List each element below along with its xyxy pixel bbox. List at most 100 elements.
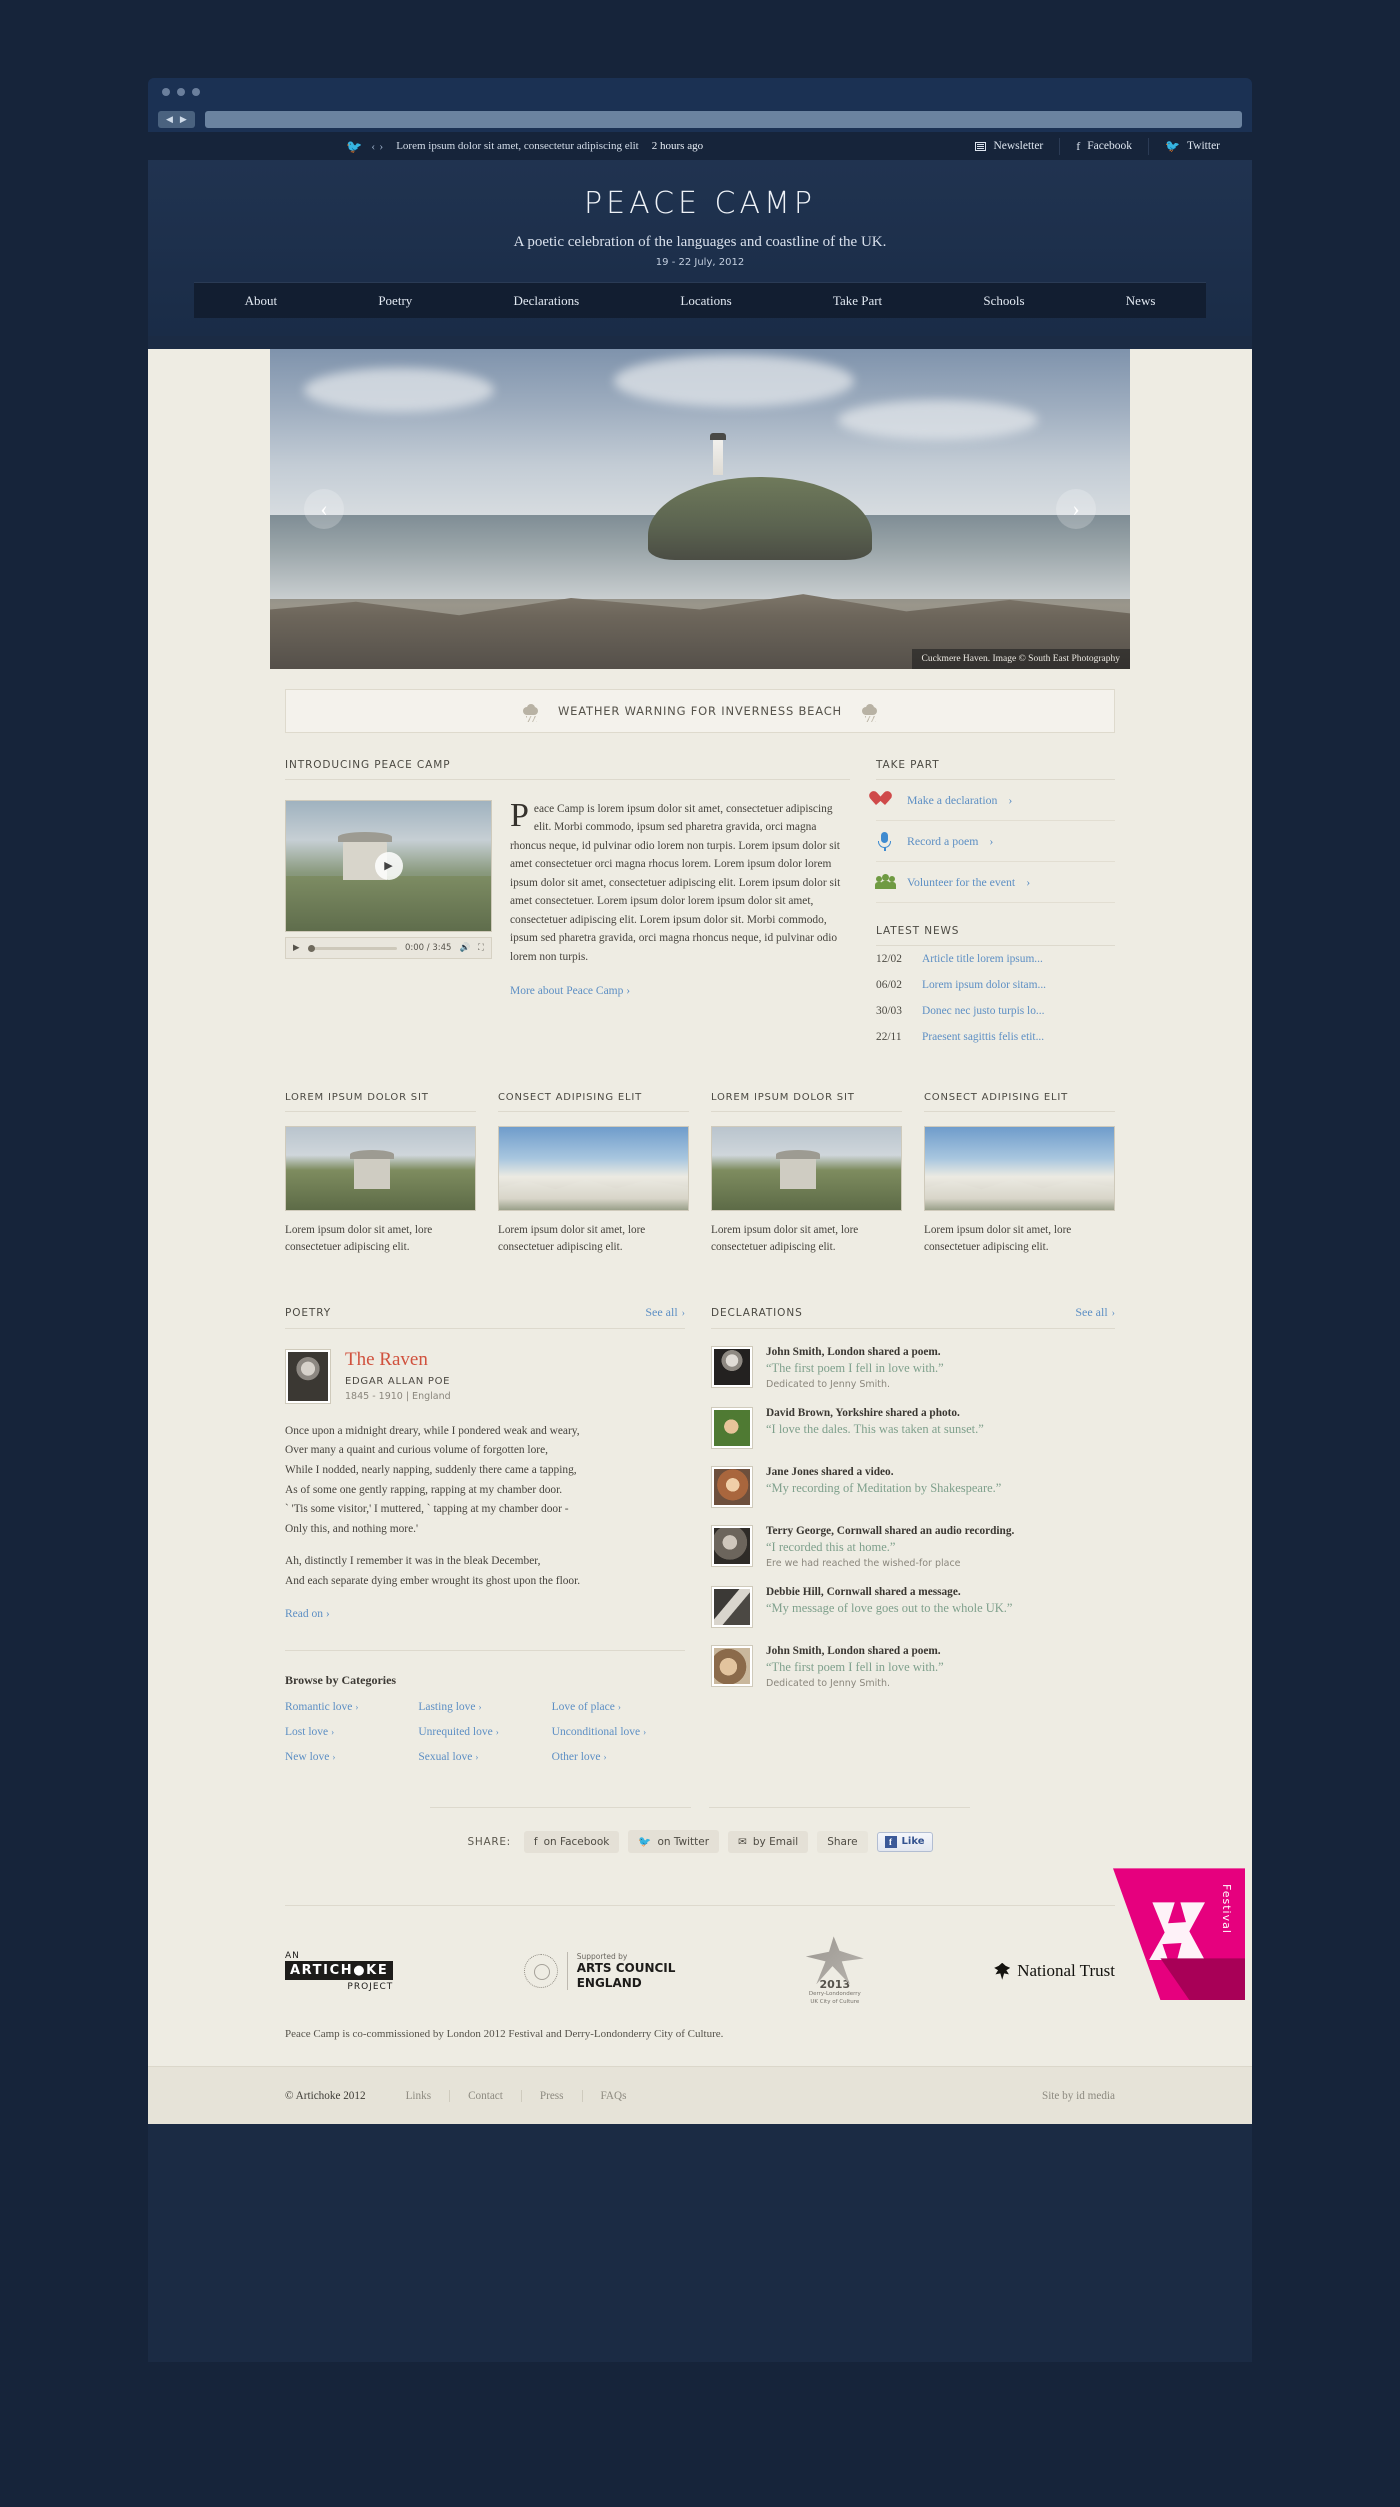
nav-item-news[interactable]: News [1116, 293, 1166, 309]
nav-item-schools[interactable]: Schools [973, 293, 1034, 309]
share-divider [430, 1804, 970, 1813]
news-item[interactable]: 12/02 Article title lorem ipsum... [876, 946, 1115, 972]
weather-warning-banner[interactable]: WEATHER WARNING FOR INVERNESS BEACH [285, 689, 1115, 733]
maximize-button[interactable] [192, 88, 200, 96]
avatar [711, 1345, 753, 1388]
browser-nav-buttons[interactable]: ◀ ▶ [158, 110, 195, 128]
take-part-item-record-poem[interactable]: Record a poem › [876, 821, 1115, 862]
news-item[interactable]: 06/02 Lorem ipsum dolor sitam... [876, 972, 1115, 998]
newsletter-link[interactable]: Newsletter [959, 138, 1059, 155]
forward-button[interactable]: ▶ [178, 114, 189, 124]
poem-stanza-1: Once upon a midnight dreary, while I pon… [285, 1424, 580, 1535]
declaration-subtext: Dedicated to Jenny Smith. [766, 1677, 891, 1689]
declaration-item[interactable]: Debbie Hill, Cornwall shared a message. … [711, 1585, 1115, 1628]
news-item[interactable]: 22/11 Praesent sagittis felis etit... [876, 1024, 1115, 1050]
declarations-see-all-link[interactable]: See all › [1075, 1305, 1115, 1320]
footer-link-links[interactable]: Links [406, 2090, 449, 2102]
feature-card[interactable]: LOREM IPSUM DOLOR SIT Lorem ipsum dolor … [285, 1092, 476, 1257]
footer-link-faqs[interactable]: FAQs [581, 2089, 645, 2102]
read-on-link[interactable]: Read on › [285, 1608, 330, 1620]
video-fullscreen-button[interactable]: ⛶ [478, 943, 484, 953]
category-sexual-love[interactable]: Sexual love › [418, 1751, 551, 1763]
declaration-item[interactable]: Jane Jones shared a video. “My recording… [711, 1465, 1115, 1508]
card-image[interactable] [285, 1126, 476, 1211]
category-lasting-love[interactable]: Lasting love › [418, 1701, 551, 1713]
minimize-button[interactable] [177, 88, 185, 96]
poetry-heading: POETRY See all › [285, 1305, 685, 1329]
card-image[interactable] [924, 1126, 1115, 1211]
share-email-button[interactable]: ✉ by Email [728, 1830, 809, 1853]
tweet-text: Lorem ipsum dolor sit amet, consectetur … [396, 140, 639, 152]
facebook-icon: f [1076, 138, 1081, 153]
category-label: Sexual love [418, 1751, 473, 1764]
declaration-item[interactable]: John Smith, London shared a poem. “The f… [711, 1644, 1115, 1689]
poetry-see-all-link[interactable]: See all › [645, 1305, 685, 1320]
back-button[interactable]: ◀ [164, 114, 175, 124]
intro-heading-label: INTRODUCING PEACE CAMP [285, 759, 451, 771]
nav-item-locations[interactable]: Locations [670, 293, 741, 309]
declarations-heading-label: DECLARATIONS [711, 1306, 803, 1319]
cloud-shape [304, 368, 495, 413]
hero-next-button[interactable]: › [1056, 489, 1096, 529]
card-image[interactable] [711, 1126, 902, 1211]
news-title: Article title lorem ipsum... [922, 953, 1043, 965]
facebook-label: Facebook [1087, 140, 1132, 152]
category-unconditional-love[interactable]: Unconditional love › [552, 1726, 685, 1738]
derry-year: 2013 [819, 1978, 851, 1992]
nav-item-declarations[interactable]: Declarations [504, 293, 590, 309]
declaration-item[interactable]: John Smith, London shared a poem. “The f… [711, 1345, 1115, 1390]
close-button[interactable] [162, 88, 170, 96]
category-unrequited-love[interactable]: Unrequited love › [418, 1726, 551, 1738]
category-other-love[interactable]: Other love › [552, 1751, 685, 1763]
chevron-right-icon: › [603, 1752, 607, 1763]
take-part-item-declaration[interactable]: Make a declaration › [876, 780, 1115, 821]
category-label: Other love [551, 1751, 601, 1764]
nav-item-about[interactable]: About [235, 293, 288, 309]
declaration-item[interactable]: Terry George, Cornwall shared an audio r… [711, 1524, 1115, 1569]
category-lost-love[interactable]: Lost love › [285, 1726, 418, 1738]
video-play-overlay-button[interactable]: ▶ [374, 852, 403, 880]
card-image[interactable] [498, 1126, 689, 1211]
avatar [711, 1644, 753, 1687]
feature-card[interactable]: CONSECT ADIPISING ELIT Lorem ipsum dolor… [498, 1092, 689, 1257]
tweet-prev-icon[interactable]: ‹ [371, 139, 379, 153]
feature-card[interactable]: LOREM IPSUM DOLOR SIT Lorem ipsum dolor … [711, 1092, 902, 1257]
category-new-love[interactable]: New love › [285, 1751, 418, 1763]
page-title: PEACE CAMP [584, 186, 816, 221]
nav-item-poetry[interactable]: Poetry [368, 293, 422, 309]
take-part-item-volunteer[interactable]: Volunteer for the event › [875, 862, 1115, 903]
more-about-link[interactable]: More about Peace Camp › [510, 982, 850, 1001]
video-controls[interactable]: ▶ 0:00 / 3:45 🔊 ⛶ [285, 937, 492, 959]
poetry-declarations-section: POETRY See all › The Raven EDGAR ALLAN PO… [285, 1305, 1115, 1763]
arts-council-line1: ARTS COUNCIL [576, 1961, 676, 1976]
twitter-link[interactable]: 🐦 Twitter [1148, 137, 1236, 155]
share-generic-button[interactable]: Share [817, 1830, 868, 1853]
declaration-item[interactable]: David Brown, Yorkshire shared a photo. “… [711, 1406, 1115, 1449]
share-facebook-button[interactable]: f on Facebook [523, 1830, 620, 1853]
category-romantic-love[interactable]: Romantic love › [285, 1701, 418, 1713]
intro-paragraph: Peace Camp is lorem ipsum dolor sit amet… [510, 797, 841, 963]
poem-title[interactable]: The Raven [345, 1349, 451, 1371]
video-volume-button[interactable]: 🔊 [459, 943, 470, 953]
video-play-button[interactable]: ▶ [293, 943, 300, 953]
news-item[interactable]: 30/03 Donec nec justo turpis lo... [876, 998, 1115, 1024]
url-bar[interactable] [204, 110, 1242, 128]
artichoke-wordmark: ARTICH●KE [285, 1960, 394, 1980]
category-love-of-place[interactable]: Love of place › [552, 1701, 685, 1713]
feature-card[interactable]: CONSECT ADIPISING ELIT Lorem ipsum dolor… [924, 1092, 1115, 1257]
take-part-label: Volunteer for the event [907, 874, 1016, 889]
nav-item-take-part[interactable]: Take Part [823, 293, 892, 309]
tweet-nav[interactable]: ‹› [371, 139, 387, 154]
facebook-link[interactable]: f Facebook [1059, 137, 1148, 155]
footer-link-contact[interactable]: Contact [449, 2089, 521, 2102]
tweet-next-icon[interactable]: › [379, 139, 387, 153]
video-progress-slider[interactable] [307, 944, 397, 952]
derry-line1: Derry-Londonderry [808, 1991, 861, 1998]
facebook-like-button[interactable]: f Like [876, 1831, 933, 1852]
hero-prev-button[interactable]: ‹ [304, 489, 344, 529]
share-twitter-button[interactable]: 🐦 on Twitter [628, 1830, 720, 1854]
window-controls[interactable] [162, 88, 200, 96]
chevron-right-icon: › [643, 1727, 647, 1738]
footer-link-press[interactable]: Press [520, 2089, 582, 2102]
video-player[interactable]: ▶ [285, 800, 492, 932]
